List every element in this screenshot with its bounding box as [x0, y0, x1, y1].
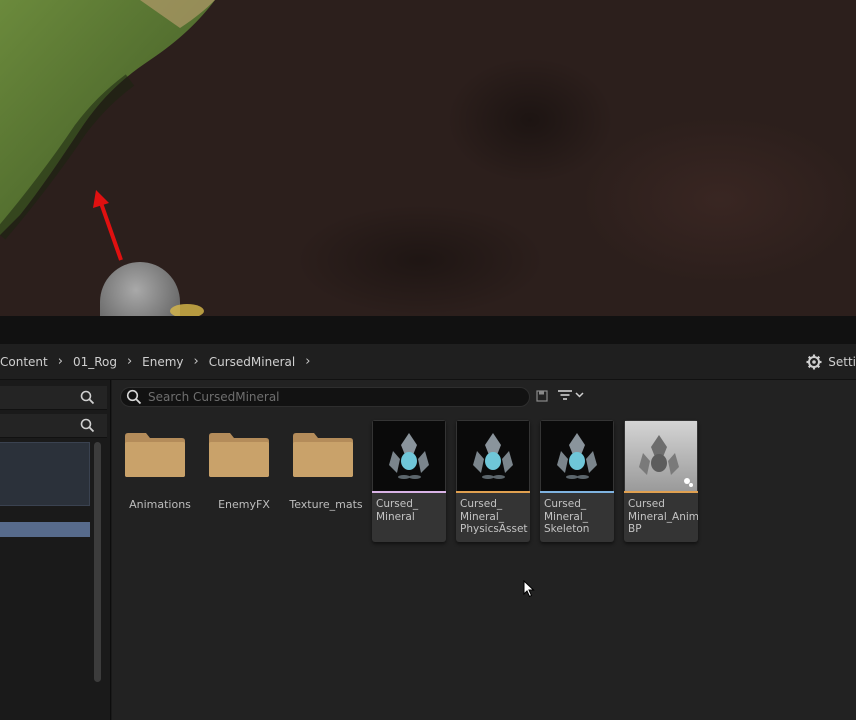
asset-label: Cursed Mineral_Anim BP: [628, 498, 698, 535]
folder-tile-texture-mats[interactable]: Texture_mats: [288, 420, 364, 542]
search-icon: [126, 389, 142, 405]
level-viewport[interactable]: [0, 0, 856, 316]
scrollbar[interactable]: [94, 442, 101, 682]
selected-folder-row[interactable]: [0, 522, 90, 537]
search-bar[interactable]: [120, 387, 530, 407]
collections-search-row[interactable]: [0, 414, 107, 438]
anim-blueprint-thumbnail: [625, 421, 697, 491]
folder-label: EnemyFX: [218, 498, 270, 511]
chevron-right-icon[interactable]: ›: [305, 354, 310, 369]
search-icon[interactable]: [80, 418, 95, 433]
filter-button[interactable]: [558, 389, 584, 401]
skeleton-thumbnail: [541, 421, 613, 491]
folder-tile-enemyfx[interactable]: EnemyFX: [206, 420, 282, 542]
search-icon[interactable]: [80, 390, 95, 405]
filter-icon: [558, 390, 572, 400]
chevron-down-icon: [575, 392, 584, 398]
asset-type-bar: [540, 491, 614, 493]
save-icon[interactable]: [536, 390, 548, 402]
asset-type-bar: [624, 491, 698, 493]
settings-label: Setti: [828, 355, 856, 369]
asset-tile-cursed-mineral[interactable]: Cursed_ Mineral: [372, 420, 446, 542]
settings-button[interactable]: Setti: [806, 344, 856, 380]
breadcrumb-item-01-rog[interactable]: 01_Rog: [73, 355, 117, 369]
chevron-right-icon[interactable]: ›: [194, 354, 199, 369]
sources-search-row[interactable]: [0, 386, 107, 410]
asset-label: Cursed_ Mineral_ Skeleton: [544, 498, 590, 535]
breadcrumb: Content › 01_Rog › Enemy › CursedMineral…: [0, 344, 856, 380]
mouse-cursor-icon: [523, 580, 535, 598]
folder-tree-panel[interactable]: [0, 442, 90, 506]
sources-panel: [0, 380, 111, 720]
folder-label: Animations: [129, 498, 191, 511]
asset-type-bar: [456, 491, 530, 493]
asset-tile-physics-asset[interactable]: Cursed_ Mineral_ PhysicsAsset: [456, 420, 530, 542]
skeletal-mesh-thumbnail: [373, 421, 445, 491]
asset-label: Cursed_ Mineral: [376, 498, 419, 523]
folder-icon: [293, 433, 353, 477]
folder-label: Texture_mats: [289, 498, 363, 511]
asset-tile-skeleton[interactable]: Cursed_ Mineral_ Skeleton: [540, 420, 614, 542]
breadcrumb-item-content[interactable]: Content: [0, 355, 48, 369]
folder-icon: [209, 433, 269, 477]
chevron-right-icon[interactable]: ›: [127, 354, 132, 369]
breadcrumb-item-enemy[interactable]: Enemy: [142, 355, 183, 369]
direction-arrow-icon: [93, 190, 123, 261]
asset-label: Cursed_ Mineral_ PhysicsAsset: [460, 498, 528, 535]
search-input[interactable]: [148, 390, 518, 404]
asset-tile-anim-bp[interactable]: Cursed Mineral_Anim BP: [624, 420, 698, 542]
content-browser: Animations EnemyFX Texture_mats: [112, 380, 856, 720]
gear-icon: [806, 354, 822, 370]
panel-divider: [0, 316, 856, 344]
unreal-editor-window: Content › 01_Rog › Enemy › CursedMineral…: [0, 0, 856, 720]
asset-type-bar: [372, 491, 446, 493]
chevron-right-icon[interactable]: ›: [58, 354, 63, 369]
folder-tile-animations[interactable]: Animations: [122, 420, 198, 542]
breadcrumb-item-cursedmineral[interactable]: CursedMineral: [209, 355, 295, 369]
folder-icon: [125, 433, 185, 477]
physics-asset-thumbnail: [457, 421, 529, 491]
